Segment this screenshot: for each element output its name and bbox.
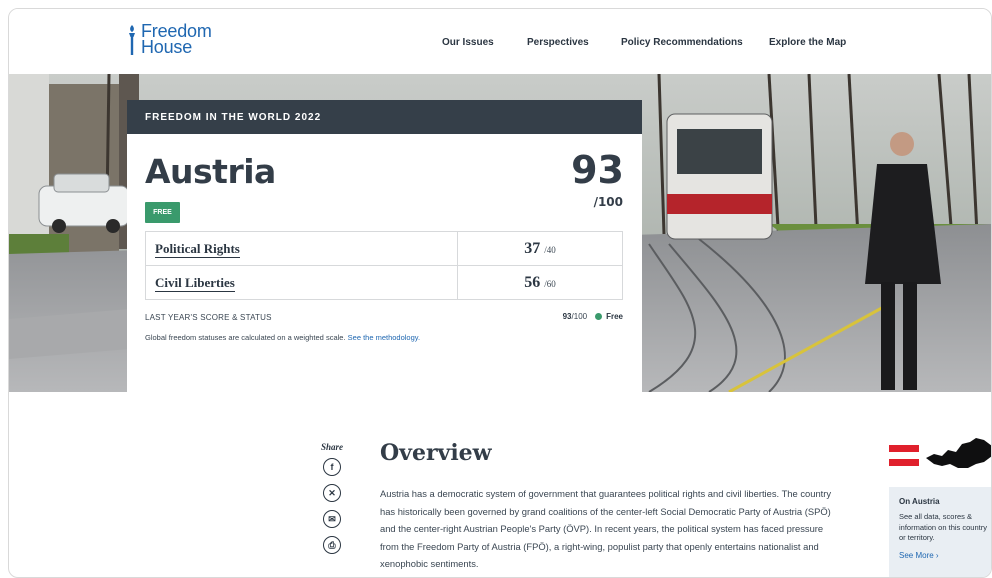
score-table: Political Rights 37 /40 Civil Liberties …	[145, 231, 623, 300]
brand-line-2: House	[141, 37, 193, 57]
torch-icon	[129, 25, 135, 55]
email-icon[interactable]: ✉	[323, 510, 341, 528]
share-bar: Share f ✕ ✉ ⎙	[317, 442, 347, 562]
site-header: Freedom House Our Issues Perspectives Po…	[9, 9, 991, 75]
category-cell[interactable]: Civil Liberties	[145, 265, 458, 300]
x-icon[interactable]: ✕	[323, 484, 341, 502]
aside-text: See all data, scores & information on th…	[899, 512, 987, 542]
civil-liberties-score: 56	[524, 273, 541, 291]
political-rights-score: 37	[524, 239, 541, 257]
share-label: Share	[320, 442, 343, 452]
methodology-link[interactable]: See the methodology.	[348, 333, 420, 342]
nav-policy-recommendations[interactable]: Policy Recommendations	[621, 37, 743, 48]
chevron-right-icon: ›	[935, 550, 939, 560]
overview-text: Austria has a democratic system of gover…	[380, 488, 832, 569]
status-dot-icon	[595, 313, 603, 320]
austria-map-icon	[926, 438, 991, 468]
score-cell: 37 /40	[457, 231, 623, 266]
on-country-box: On Austria See all data, scores & inform…	[889, 487, 991, 577]
page-frame: Freedom House Our Issues Perspectives Po…	[8, 8, 992, 578]
methodology-text: Global freedom statuses are calculated o…	[145, 333, 346, 342]
see-more-link[interactable]: See More ›	[899, 551, 989, 560]
card-header: FREEDOM IN THE WORLD 2022	[127, 100, 642, 134]
nav-explore-map[interactable]: Explore the Map	[769, 37, 846, 48]
score-cell: 56 /60	[457, 265, 623, 300]
score-card: FREEDOM IN THE WORLD 2022 Austria FREE 9…	[127, 100, 642, 396]
total-score: 93	[571, 148, 624, 192]
last-year-score-value: 93	[562, 312, 572, 321]
category-political-rights[interactable]: Political Rights	[155, 240, 240, 258]
last-year-status: Free	[606, 312, 623, 321]
austria-flag-icon	[889, 445, 919, 466]
table-row: Civil Liberties 56 /60	[145, 265, 623, 300]
civil-liberties-max: /60	[544, 278, 556, 289]
political-rights-max: /40	[544, 244, 556, 255]
freedom-house-logo[interactable]: Freedom House	[125, 22, 212, 57]
category-civil-liberties[interactable]: Civil Liberties	[155, 274, 235, 292]
last-year-score: 93/100 Free	[563, 312, 623, 321]
nav-our-issues[interactable]: Our Issues	[442, 37, 494, 48]
methodology-note: Global freedom statuses are calculated o…	[145, 333, 420, 342]
total-score-denominator: /100	[593, 195, 623, 209]
print-icon[interactable]: ⎙	[323, 536, 341, 554]
last-year-label: LAST YEAR'S SCORE & STATUS	[145, 313, 272, 322]
aside-title: On Austria	[899, 497, 940, 506]
overview-title: Overview	[380, 440, 492, 466]
status-badge: FREE	[145, 202, 180, 223]
facebook-icon[interactable]: f	[323, 458, 341, 476]
nav-perspectives[interactable]: Perspectives	[527, 37, 589, 48]
see-more-label: See More	[899, 550, 934, 560]
table-row: Political Rights 37 /40	[145, 231, 623, 266]
country-name: Austria	[145, 152, 276, 191]
category-cell[interactable]: Political Rights	[145, 231, 458, 266]
last-year-score-denominator: /100	[571, 312, 588, 321]
